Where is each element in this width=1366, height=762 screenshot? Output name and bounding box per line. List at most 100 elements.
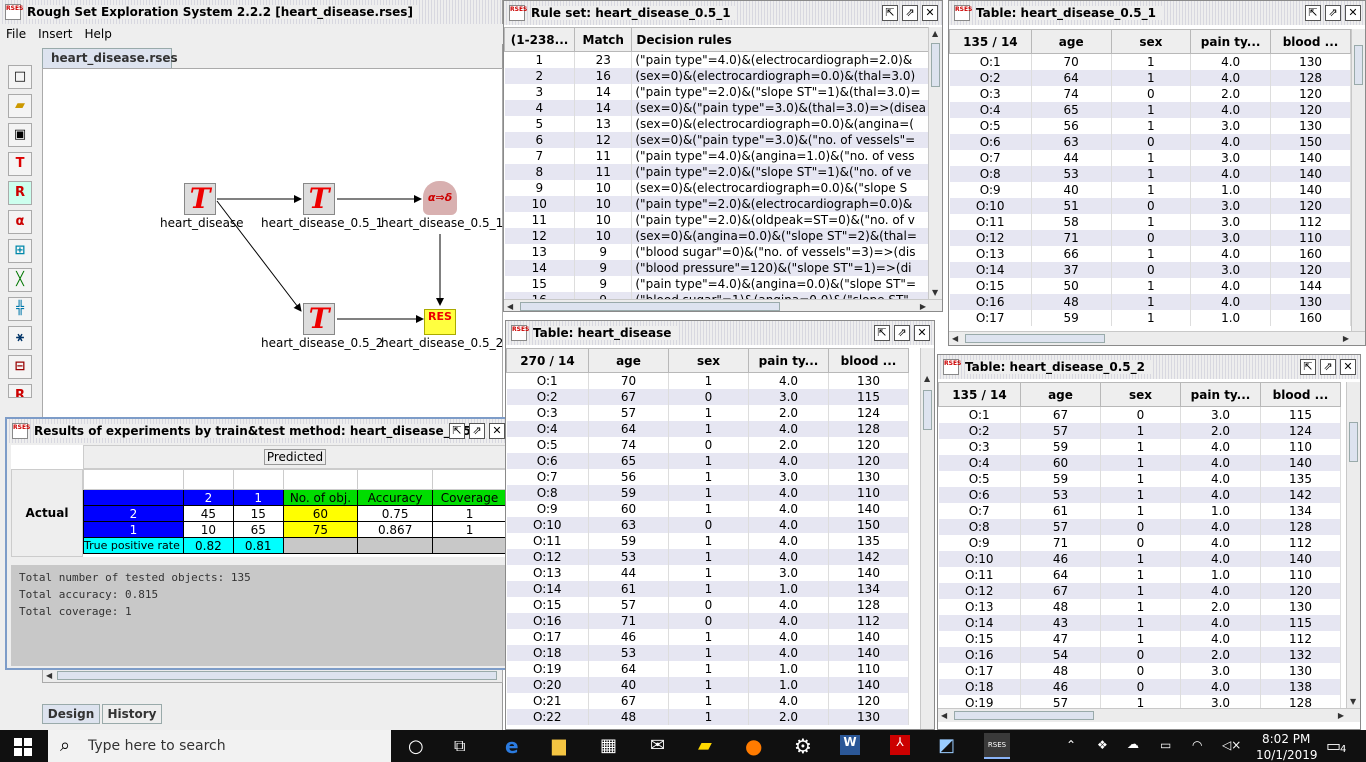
table-cell[interactable]: O:19 — [506, 660, 589, 677]
table-cell[interactable]: 9 — [574, 275, 633, 292]
table-cell[interactable]: 110 — [1270, 229, 1351, 246]
table-cell[interactable]: 44 — [1031, 149, 1112, 166]
table-cell[interactable]: (sex=0)&("pain type"=3.0)&(thal=3.0)=>(d… — [631, 99, 930, 116]
table-cell[interactable]: O:17 — [938, 662, 1021, 679]
table-cell[interactable]: 110 — [1260, 566, 1341, 583]
table-cell[interactable]: 14 — [574, 99, 633, 116]
table-cell[interactable]: 134 — [1260, 502, 1341, 519]
canvas-hscrollbar[interactable]: ◀ — [43, 668, 502, 682]
table-row[interactable]: O:11 58 1 3.0 112 — [949, 213, 1351, 230]
table-hd-vscrollbar[interactable]: ▲ — [920, 348, 934, 729]
table-cell[interactable]: 4.0 — [1190, 277, 1272, 294]
results-node-icon[interactable]: RES — [424, 309, 456, 335]
table-cell[interactable]: (sex=0)&(electrocardiograph=0.0)&("slope… — [631, 179, 930, 196]
scroll-down-icon[interactable]: ▼ — [932, 288, 938, 297]
table-cell[interactable]: 16 — [504, 291, 576, 299]
col-object[interactable]: 270 / 14 — [506, 348, 589, 373]
table-cell[interactable]: ("pain type"=2.0)&("slope ST"=1)&(thal=3… — [631, 83, 930, 100]
table-cell[interactable]: O:6 — [506, 452, 589, 469]
table-row[interactable]: O:3 57 1 2.0 124 — [506, 404, 909, 421]
table-cell[interactable]: 56 — [1031, 117, 1112, 134]
table-cell[interactable]: O:3 — [938, 438, 1021, 455]
table-row[interactable]: O:10 63 0 4.0 150 — [506, 516, 909, 533]
table-cell[interactable]: 3.0 — [1190, 213, 1272, 230]
table-row[interactable]: O:15 47 1 4.0 112 — [938, 630, 1341, 647]
table-cell[interactable]: 1 — [668, 532, 749, 549]
table-row[interactable]: 169("blood sugar"=1)&(angina=0.0)&("slop… — [504, 291, 930, 299]
acrobat-icon[interactable]: ⅄ — [890, 735, 910, 755]
scroll-right-icon[interactable]: ▶ — [920, 302, 926, 311]
ruleset-vscrollbar[interactable]: ▲ ▼ — [928, 27, 942, 299]
table-cell[interactable]: 2.0 — [748, 436, 829, 453]
table-cell[interactable]: 1 — [1100, 422, 1181, 439]
canvas-hscroll-thumb[interactable] — [57, 671, 497, 680]
table-cell[interactable]: 1 — [1100, 454, 1181, 471]
table-cell[interactable]: 110 — [828, 660, 909, 677]
table-row[interactable]: O:4 65 1 4.0 120 — [949, 101, 1351, 118]
table-row[interactable]: O:16 54 0 2.0 132 — [938, 646, 1341, 663]
settings-icon[interactable]: ⚙ — [794, 734, 812, 758]
table-cell[interactable]: ("pain type"=4.0)&(electrocardiograph=2.… — [631, 51, 930, 68]
table-cell[interactable]: 59 — [588, 484, 669, 501]
table-row[interactable]: O:13 44 1 3.0 140 — [506, 564, 909, 581]
table-hd-vscroll-thumb[interactable] — [923, 390, 932, 430]
table-cell[interactable]: 11 — [574, 147, 633, 164]
clock-date[interactable]: 10/1/2019 — [1256, 748, 1318, 762]
table-cell[interactable]: 1 — [504, 51, 576, 68]
table-cell[interactable]: 160 — [1270, 245, 1351, 262]
table-cell[interactable]: O:7 — [949, 149, 1032, 166]
table-cell[interactable]: O:15 — [938, 630, 1021, 647]
table-cell[interactable]: O:2 — [938, 422, 1021, 439]
table-cell[interactable]: O:4 — [938, 454, 1021, 471]
table-cell[interactable]: 54 — [1020, 646, 1101, 663]
table-cell[interactable]: 1 — [668, 644, 749, 661]
table-cell[interactable]: O:8 — [506, 484, 589, 501]
table-cell[interactable]: 135 — [828, 532, 909, 549]
table-cell[interactable]: 6 — [504, 131, 576, 148]
close-icon[interactable]: ✕ — [914, 325, 930, 341]
table-row[interactable]: O:2 64 1 4.0 128 — [949, 69, 1351, 86]
table-cell[interactable]: 3.0 — [1190, 229, 1272, 246]
table-cell[interactable]: O:20 — [506, 676, 589, 693]
table-cell[interactable]: 53 — [1031, 165, 1112, 182]
maximize-icon[interactable]: ⇗ — [902, 5, 918, 21]
table-cell[interactable]: O:11 — [506, 532, 589, 549]
table-row[interactable]: O:12 53 1 4.0 142 — [506, 548, 909, 565]
table-052-hscroll-thumb[interactable] — [954, 711, 1094, 720]
table-cell[interactable]: 4.0 — [748, 692, 829, 709]
table-cell[interactable]: 142 — [1260, 486, 1341, 503]
table-cell[interactable]: 3.0 — [1190, 149, 1272, 166]
table-cell[interactable]: 2 — [504, 67, 576, 84]
table-cell[interactable]: 70 — [1031, 53, 1112, 70]
table-cell[interactable]: 1 — [668, 580, 749, 597]
table-cell[interactable]: 53 — [588, 644, 669, 661]
dropbox-icon[interactable]: ❖ — [1097, 738, 1108, 752]
table-cell[interactable]: (sex=0)&("pain type"=3.0)&("no. of vesse… — [631, 131, 930, 148]
table-cell[interactable]: 7 — [504, 147, 576, 164]
table-cell[interactable]: 2.0 — [748, 708, 829, 725]
table-cell[interactable]: 1 — [1100, 502, 1181, 519]
table-cell[interactable]: ("blood sugar"=0)&("no. of vessels"=3)=>… — [631, 243, 930, 260]
table-cell[interactable]: 1.0 — [748, 580, 829, 597]
table-cell[interactable]: 142 — [828, 548, 909, 565]
table-row[interactable]: 1 23 ("pain type"=4.0)&(electrocardiograph… — [504, 51, 930, 68]
table-row[interactable]: O:7 44 1 3.0 140 — [949, 149, 1351, 166]
table-051-hscrollbar[interactable]: ◀ ▶ — [949, 331, 1365, 345]
table-cell[interactable]: 134 — [828, 580, 909, 597]
col-age[interactable]: age — [588, 348, 669, 373]
insert-decomp-button[interactable]: ╬ — [8, 297, 32, 321]
table-cell[interactable]: 3.0 — [1180, 694, 1261, 708]
table-cell[interactable]: 9 — [574, 291, 633, 299]
table-cell[interactable]: 12 — [574, 131, 633, 148]
table-cell[interactable]: 130 — [1270, 53, 1351, 70]
table-cell[interactable]: 128 — [828, 596, 909, 613]
table-cell[interactable]: O:7 — [506, 468, 589, 485]
table-cell[interactable]: 57 — [588, 596, 669, 613]
table-cell[interactable]: O:13 — [949, 245, 1032, 262]
table-row[interactable]: O:8 59 1 4.0 110 — [506, 484, 909, 501]
table-cell[interactable]: 57 — [1020, 694, 1101, 708]
col-rule-index[interactable]: (1-238... — [504, 27, 576, 52]
close-icon[interactable]: ✕ — [922, 5, 938, 21]
table-052-vscrollbar[interactable]: ▼ — [1346, 382, 1360, 708]
project-tab[interactable]: heart_disease.rses — [42, 48, 178, 68]
